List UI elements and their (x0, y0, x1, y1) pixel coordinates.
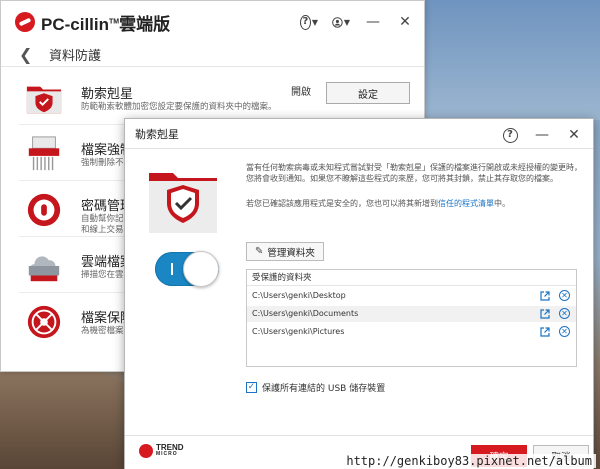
feature-description: 為機密檔案 (81, 326, 124, 336)
minimize-button[interactable]: — (364, 13, 382, 31)
trend-logo-icon (139, 444, 153, 458)
desktop-background-hill (0, 368, 130, 469)
folder-path: C:\Users\genki\Desktop (252, 291, 346, 300)
trust-note-suffix: 中。 (494, 199, 510, 208)
toggle-knob (183, 251, 219, 287)
ransomware-dialog: 勒索剋星 ? — ✕ 當有任何勒索病毒或未知程式嘗試對受「勒索剋星」保護的檔案進… (124, 118, 594, 469)
help-icon: ? (300, 14, 311, 30)
trend-micro-logo: TREND MICRO (139, 444, 184, 458)
caret-down-icon: ▼ (343, 17, 350, 27)
pencil-icon: ✎ (255, 246, 264, 257)
trend-logo-icon (15, 12, 35, 32)
dialog-minimize-button[interactable]: — (533, 126, 551, 144)
title-bar: PC-cillinTM雲端版 ? ▼ ▼ — ✕ (1, 1, 424, 43)
shield-folder-icon (149, 173, 217, 233)
open-folder-icon[interactable] (540, 309, 550, 319)
dialog-window-controls: ? — ✕ (501, 126, 583, 144)
trust-note: 若您已確認該應用程式是安全的，您也可以將其新增到信任的程式清單中。 (246, 198, 586, 209)
page-title: 資料防護 (49, 49, 102, 64)
feature-status: 開啟 (291, 87, 311, 98)
vault-icon (27, 305, 61, 339)
brand-suffix: 雲端版 (119, 14, 171, 34)
app-brand: PC-cillinTM雲端版 (41, 10, 170, 35)
list-item[interactable]: C:\Users\genki\Pictures ✕ (247, 324, 576, 340)
remove-icon[interactable]: ✕ (559, 290, 570, 301)
cloud-scan-icon (28, 256, 60, 282)
toggle-on-indicator (171, 263, 173, 275)
watermark-url: http://genkiboy83.pixnet.net/album (342, 454, 596, 468)
manage-folders-button[interactable]: ✎ 管理資料夾 (246, 242, 324, 261)
help-icon: ? (502, 127, 518, 143)
open-folder-icon[interactable] (540, 327, 550, 337)
list-item[interactable]: C:\Users\genki\Desktop ✕ (247, 288, 576, 304)
feature-description: 強制刪除不 (81, 158, 124, 168)
open-folder-icon[interactable] (540, 291, 550, 301)
desktop-background-sky (425, 0, 600, 120)
trust-note-prefix: 若您已確認該應用程式是安全的，您也可以將其新增到 (246, 199, 438, 208)
brand-tm: TM (109, 17, 120, 25)
dialog-title-bar: 勒索剋星 ? — ✕ (125, 119, 593, 149)
folder-path: C:\Users\genki\Pictures (252, 327, 345, 336)
manage-folders-label: 管理資料夾 (267, 247, 315, 259)
caret-down-icon: ▼ (311, 17, 318, 27)
dialog-help-button[interactable]: ? (501, 126, 519, 144)
password-lock-icon (27, 193, 61, 227)
trend-logo-line1: TREND (156, 443, 184, 452)
dialog-description: 當有任何勒索病毒或未知程式嘗試對受「勒索剋星」保護的檔案進行開啟或未經授權的變更… (246, 163, 582, 183)
breadcrumb: ❮ 資料防護 (1, 43, 424, 67)
protected-folders-list: 受保護的資料夾 C:\Users\genki\Desktop ✕ C:\User… (246, 269, 577, 367)
feature-description: 防範勒索軟體加密您設定要保護的資料夾中的檔案。 (81, 102, 277, 112)
usb-label: 保護所有連結的 USB 儲存裝置 (262, 384, 386, 394)
trend-logo-text: TREND MICRO (156, 444, 184, 458)
usb-checkbox[interactable]: ✓ (246, 382, 257, 393)
close-button[interactable]: ✕ (396, 13, 414, 31)
feature-description-line2: 和線上交易 (81, 225, 124, 235)
usb-protection-option[interactable]: ✓ 保護所有連結的 USB 儲存裝置 (246, 381, 385, 394)
remove-icon[interactable]: ✕ (559, 326, 570, 337)
dialog-title: 勒索剋星 (135, 127, 179, 141)
protection-toggle[interactable] (155, 251, 219, 287)
dialog-close-button[interactable]: ✕ (565, 126, 583, 144)
window-controls: ? ▼ ▼ — ✕ (300, 13, 414, 31)
back-arrow-icon[interactable]: ❮ (19, 45, 33, 64)
user-icon (332, 16, 343, 28)
settings-button[interactable]: 設定 (326, 82, 410, 104)
account-menu-button[interactable]: ▼ (332, 13, 350, 31)
shredder-icon (28, 136, 60, 171)
shield-folder-icon (26, 86, 62, 114)
list-item[interactable]: C:\Users\genki\Documents ✕ (247, 306, 576, 322)
help-menu-button[interactable]: ? ▼ (300, 13, 318, 31)
remove-icon[interactable]: ✕ (559, 308, 570, 319)
brand-name: PC-cillin (41, 14, 110, 34)
trend-logo-line2: MICRO (156, 451, 178, 457)
list-header: 受保護的資料夾 (247, 270, 576, 286)
feature-description: 掃描您在雲 (81, 270, 124, 280)
feature-row-ransomware: 勒索剋星 防範勒索軟體加密您設定要保護的資料夾中的檔案。 開啟 設定 (19, 69, 410, 125)
folder-path: C:\Users\genki\Documents (252, 309, 359, 318)
trusted-programs-link[interactable]: 信任的程式清單 (438, 199, 494, 208)
